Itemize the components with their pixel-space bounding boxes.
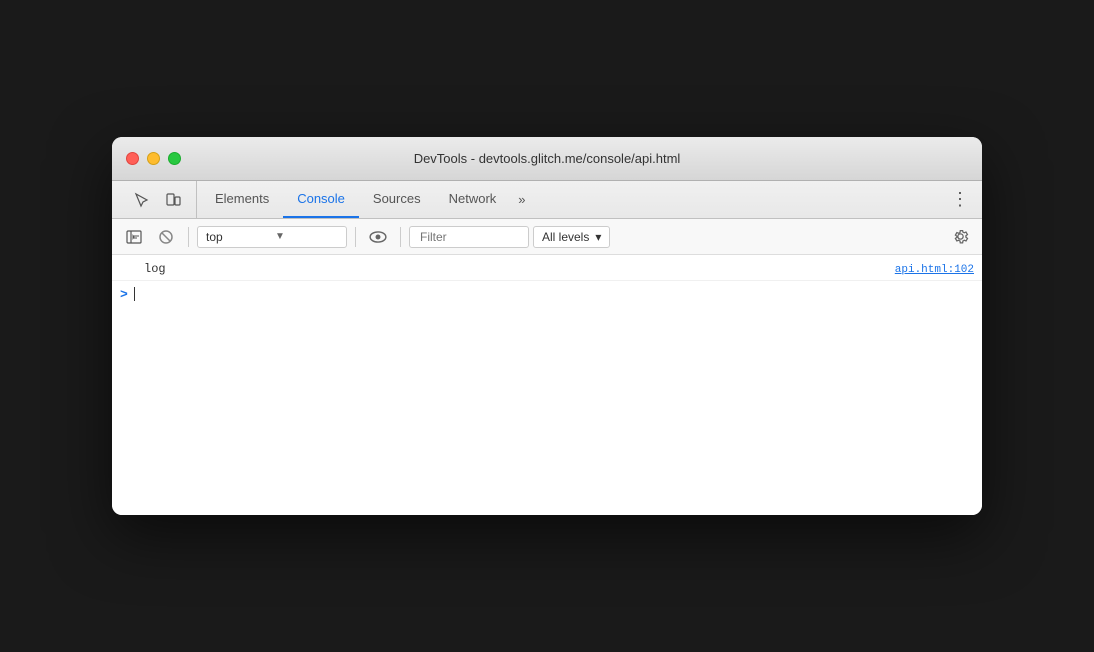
tab-elements-label: Elements (215, 191, 269, 206)
more-tabs-button[interactable]: » (510, 181, 533, 218)
tabs-bar: Elements Console Sources Network » ⋮ (112, 181, 982, 219)
menu-dots-icon: ⋮ (951, 189, 969, 210)
live-expression-button[interactable] (364, 223, 392, 251)
more-tabs-icon: » (518, 192, 525, 207)
toolbar-divider-1 (188, 227, 189, 247)
traffic-lights (126, 152, 181, 165)
log-entry: log api.html:102 (112, 259, 982, 281)
context-dropdown-arrow: ▼ (275, 231, 338, 242)
tab-network[interactable]: Network (435, 181, 511, 218)
gear-icon (952, 228, 969, 245)
toolbar-divider-2 (355, 227, 356, 247)
tab-sources-label: Sources (373, 191, 421, 206)
tab-elements[interactable]: Elements (201, 181, 283, 218)
console-filter-input[interactable] (409, 226, 529, 248)
ban-icon (158, 229, 174, 245)
inspect-element-button[interactable] (128, 186, 156, 214)
tab-sources[interactable]: Sources (359, 181, 435, 218)
log-level-selector[interactable]: All levels ▾ (533, 226, 610, 248)
console-prompt[interactable]: > (120, 287, 128, 302)
devtools-menu-button[interactable]: ⋮ (946, 186, 974, 214)
console-cursor[interactable] (134, 287, 135, 301)
tab-icon-group (120, 181, 197, 218)
level-arrow: ▾ (595, 230, 601, 244)
maximize-button[interactable] (168, 152, 181, 165)
console-input-row: > (112, 281, 982, 307)
show-sidebar-button[interactable] (120, 223, 148, 251)
device-toolbar-button[interactable] (160, 186, 188, 214)
context-value: top (206, 230, 269, 244)
level-label: All levels (542, 230, 589, 244)
tab-console-label: Console (297, 191, 345, 206)
execution-context-selector[interactable]: top ▼ (197, 226, 347, 248)
eye-icon (369, 228, 387, 246)
sidebar-icon (126, 229, 142, 245)
console-settings-button[interactable] (946, 223, 974, 251)
cursor-icon (134, 192, 150, 208)
devtools-window: DevTools - devtools.glitch.me/console/ap… (112, 137, 982, 515)
tab-spacer (534, 181, 942, 218)
device-icon (166, 192, 182, 208)
close-button[interactable] (126, 152, 139, 165)
toolbar-divider-3 (400, 227, 401, 247)
clear-console-button[interactable] (152, 223, 180, 251)
console-toolbar: top ▼ All levels ▾ (112, 219, 982, 255)
console-output: log api.html:102 > (112, 255, 982, 515)
tab-network-label: Network (449, 191, 497, 206)
log-message: log (144, 262, 895, 276)
log-source-link[interactable]: api.html:102 (895, 264, 974, 276)
window-title: DevTools - devtools.glitch.me/console/ap… (414, 151, 681, 166)
titlebar: DevTools - devtools.glitch.me/console/ap… (112, 137, 982, 181)
tab-console[interactable]: Console (283, 181, 359, 218)
minimize-button[interactable] (147, 152, 160, 165)
